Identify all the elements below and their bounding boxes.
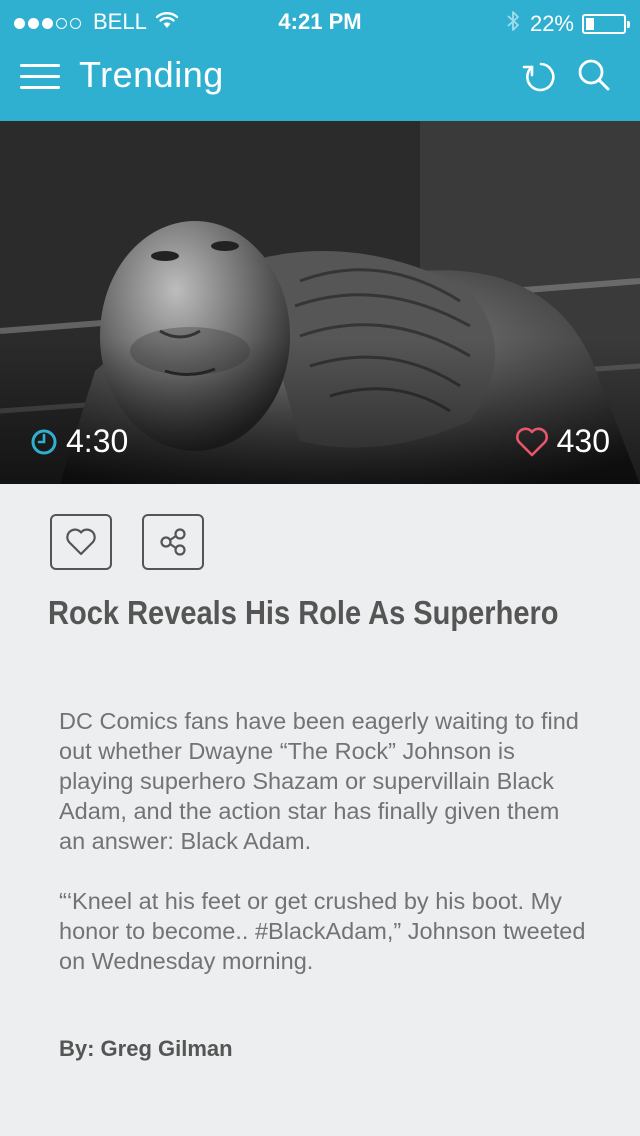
like-button[interactable]	[50, 514, 112, 570]
refresh-button[interactable]	[519, 56, 559, 96]
search-button[interactable]	[574, 56, 614, 96]
menu-icon-line	[20, 75, 60, 78]
duration-text: 4:30	[66, 423, 129, 459]
likes-text: 430	[556, 423, 610, 459]
menu-button[interactable]	[20, 58, 60, 92]
battery-nub	[627, 21, 630, 28]
share-button[interactable]	[142, 514, 204, 570]
article-author: By: Greg Gilman	[59, 1036, 233, 1061]
article-title: Rock Reveals His Role As Superhero	[48, 594, 559, 631]
refresh-icon	[522, 62, 555, 92]
battery-icon	[582, 14, 630, 34]
menu-icon	[20, 64, 60, 67]
heart-outline-icon	[66, 528, 96, 556]
article-paragraph: “‘Kneel at his feet or get crushed by hi…	[59, 888, 586, 974]
menu-icon-line	[20, 86, 60, 89]
search-icon	[578, 59, 610, 91]
article-body: DC Comics fans have been eagerly waiting…	[59, 706, 589, 1006]
article-paragraph: DC Comics fans have been eagerly waiting…	[59, 708, 579, 854]
share-icon	[160, 528, 186, 556]
battery-percent: 22%	[529, 11, 574, 36]
status-bar: BELL 4:21 PM 22%	[0, 0, 640, 40]
video-duration: 4:30	[30, 423, 128, 460]
top-bar: BELL 4:21 PM 22% Trending	[0, 0, 640, 121]
article-content: Rock Reveals His Role As Superhero DC Co…	[0, 484, 640, 1136]
status-right: 22%	[506, 9, 630, 39]
page-title: Trending	[79, 54, 224, 95]
like-count: 430	[515, 423, 610, 460]
clock-icon	[31, 429, 57, 454]
battery-fill	[586, 18, 594, 30]
article-hero-image[interactable]: 4:30 430	[0, 121, 640, 484]
heart-icon	[515, 427, 548, 456]
nav-bar: Trending	[0, 40, 640, 121]
bluetooth-icon	[506, 9, 520, 39]
